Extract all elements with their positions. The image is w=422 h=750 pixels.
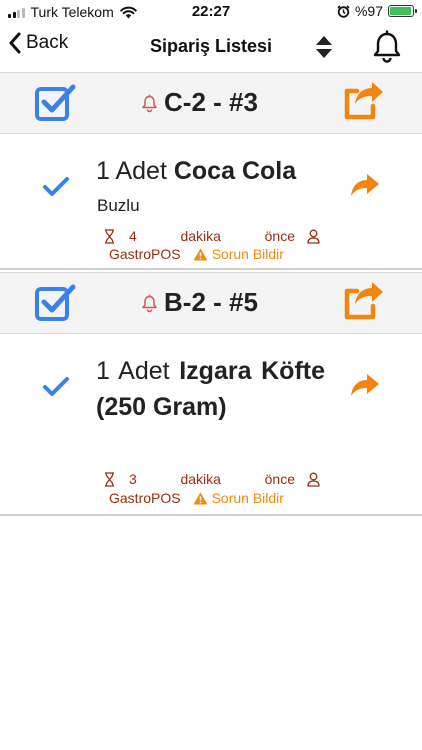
battery-percent: %97 — [354, 3, 383, 19]
item-meta: 4 dakika önce — [104, 228, 320, 244]
elapsed-unit: dakika — [180, 471, 221, 487]
share-icon[interactable] — [343, 81, 387, 123]
item-quantity: 1 Adet — [96, 157, 167, 185]
alarm-clock-icon — [337, 4, 350, 18]
item-meta-footer: GastroPOS Sorun Bildir — [109, 246, 284, 262]
order-header: C-2 - #3 — [0, 72, 422, 134]
item-meta: 3 dakika önce — [104, 471, 320, 487]
checkmark-icon[interactable] — [42, 376, 70, 398]
status-right: %97 — [337, 3, 417, 19]
user-icon — [307, 229, 320, 244]
report-issue-label: Sorun Bildir — [211, 246, 284, 262]
report-issue-label: Sorun Bildir — [211, 490, 284, 506]
order-item[interactable]: 1 Adet Izgara Köfte (250 Gram) 3 dakika … — [0, 336, 422, 516]
elapsed-minutes: 4 — [129, 228, 137, 244]
elapsed-unit: dakika — [180, 228, 221, 244]
user-name: GastroPOS — [109, 490, 181, 506]
warning-icon — [193, 248, 208, 260]
checkmark-icon[interactable] — [42, 176, 70, 198]
report-issue-button[interactable]: Sorun Bildir — [193, 246, 284, 262]
elapsed-minutes: 3 — [129, 471, 137, 487]
status-bar: Turk Telekom 22:27 %97 — [0, 0, 422, 24]
page-title: Sipariş Listesi — [149, 36, 273, 56]
user-name: GastroPOS — [109, 246, 181, 262]
item-name: 1 Adet Izgara Köfte (250 Gram) — [96, 353, 325, 425]
item-note: Buzlu — [97, 196, 140, 215]
hourglass-icon — [105, 471, 114, 487]
item-meta-footer: GastroPOS Sorun Bildir — [109, 490, 284, 506]
navigation-bar: Back Sipariş Listesi — [0, 24, 422, 70]
sort-icon[interactable] — [313, 34, 335, 60]
order-header: B-2 - #5 — [0, 272, 422, 334]
elapsed-ago: önce — [264, 471, 295, 487]
battery-icon — [388, 5, 417, 17]
share-icon[interactable] — [343, 281, 387, 323]
bell-icon[interactable] — [372, 30, 402, 64]
product-name: Coca Cola — [173, 157, 297, 185]
report-issue-button[interactable]: Sorun Bildir — [193, 490, 284, 506]
warning-icon — [193, 492, 208, 504]
order-item[interactable]: 1 Adet Coca Cola Buzlu 4 dakika önce Gas… — [0, 136, 422, 270]
share-arrow-icon[interactable] — [349, 174, 381, 200]
item-quantity: 1 Adet — [96, 357, 170, 385]
share-arrow-icon[interactable] — [349, 374, 381, 400]
user-icon — [307, 472, 320, 487]
item-name: 1 Adet Coca Cola — [96, 153, 356, 189]
hourglass-icon — [105, 228, 114, 244]
elapsed-ago: önce — [264, 228, 295, 244]
